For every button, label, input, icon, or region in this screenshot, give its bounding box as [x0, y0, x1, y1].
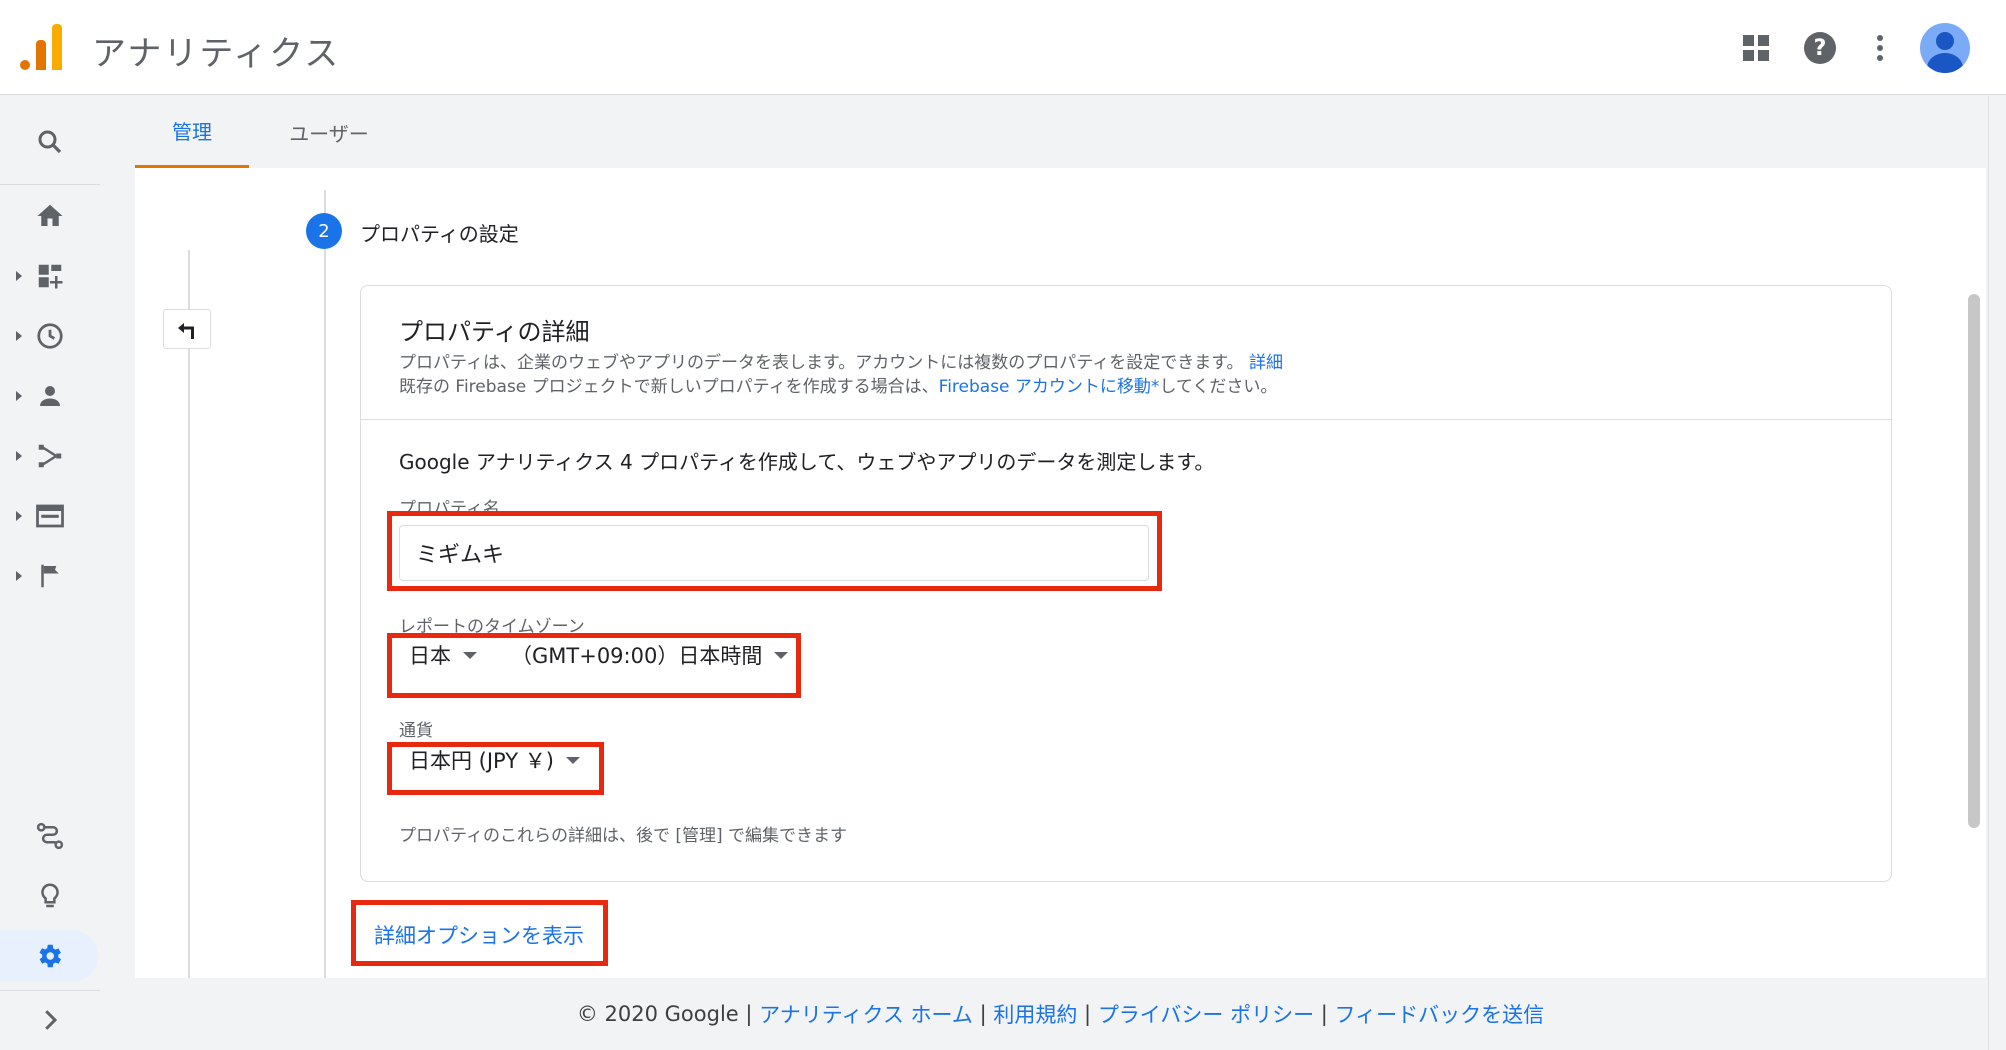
timezone-zone-select[interactable]: （GMT+09:00）日本時間 — [511, 640, 789, 670]
dropdown-caret-icon — [565, 756, 580, 764]
gear-icon — [39, 944, 62, 968]
chevron-right-icon — [45, 1010, 58, 1030]
dashboard-add-icon — [38, 264, 63, 289]
nav-audience[interactable] — [0, 370, 100, 422]
account-avatar[interactable] — [1920, 23, 1970, 73]
learn-more-link[interactable]: 詳細 — [1249, 353, 1283, 373]
footer-link-home[interactable]: アナリティクス ホーム — [759, 999, 973, 1029]
flag-icon — [41, 564, 59, 588]
admin-tab-bar: 管理 ユーザー — [135, 96, 1986, 168]
search-icon — [38, 130, 62, 154]
nav-attribution[interactable] — [0, 810, 100, 862]
expand-nav-button[interactable] — [0, 994, 100, 1046]
lightbulb-icon — [41, 883, 59, 908]
acquisition-icon — [38, 444, 62, 468]
property-name-input[interactable]: ミギムキ — [399, 525, 1149, 581]
copyright: © 2020 Google — [576, 1002, 739, 1026]
timezone-label: レポートのタイムゾーン — [399, 617, 585, 637]
nav-search[interactable] — [0, 116, 100, 168]
dropdown-caret-icon — [463, 651, 477, 659]
help-icon[interactable]: ? — [1800, 28, 1840, 68]
nav-admin[interactable] — [0, 930, 98, 982]
intro-text: Google アナリティクス 4 プロパティを作成して、ウェブやアプリのデータを… — [399, 450, 1215, 474]
card-title: プロパティの詳細 — [399, 318, 590, 346]
edit-later-hint: プロパティのこれらの詳細は、後で [管理] で編集できます — [399, 826, 848, 846]
tab-admin[interactable]: 管理 — [135, 96, 249, 168]
step-title: プロパティの設定 — [360, 222, 519, 246]
web-window-icon — [36, 504, 64, 528]
clock-icon — [37, 323, 63, 349]
apps-grid-icon[interactable] — [1736, 28, 1776, 68]
nav-acquisition[interactable] — [0, 430, 100, 482]
nav-discover[interactable] — [0, 870, 100, 922]
footer: © 2020 Google | アナリティクス ホーム | 利用規約 | プライ… — [135, 978, 1986, 1050]
nav-customization[interactable] — [0, 250, 100, 302]
top-app-bar: アナリティクス ? — [0, 0, 2006, 95]
app-title: アナリティクス — [92, 34, 341, 74]
nav-conversions[interactable] — [0, 550, 100, 602]
arrow-back-icon — [178, 323, 194, 339]
person-icon — [40, 386, 60, 406]
show-advanced-options-link[interactable]: 詳細オプションを表示 — [374, 920, 584, 950]
property-details-card: プロパティの詳細 プロパティは、企業のウェブやアプリのデータを表します。アカウン… — [360, 285, 1892, 882]
tab-users[interactable]: ユーザー — [269, 96, 389, 168]
card-header: プロパティの詳細 プロパティは、企業のウェブやアプリのデータを表します。アカウン… — [361, 286, 1891, 420]
dropdown-caret-icon — [774, 651, 789, 659]
card-description-line2: 既存の Firebase プロジェクトで新しいプロパティを作成する場合は、Fir… — [399, 377, 1278, 397]
currency-select[interactable]: 日本円 (JPY ￥) — [409, 745, 580, 775]
back-button[interactable] — [163, 309, 211, 349]
route-icon — [36, 822, 64, 850]
scrollbar-track[interactable] — [1988, 96, 2006, 1050]
nav-realtime[interactable] — [0, 310, 100, 362]
analytics-logo-icon[interactable] — [20, 24, 64, 70]
scrollbar-thumb[interactable] — [1968, 294, 1980, 828]
property-name-label: プロパティ名 — [399, 499, 500, 519]
more-vert-icon[interactable] — [1860, 28, 1900, 68]
currency-label: 通貨 — [399, 721, 433, 741]
left-navigation — [0, 96, 100, 1050]
card-description-line1: プロパティは、企業のウェブやアプリのデータを表します。アカウントには複数のプロパ… — [399, 353, 1283, 373]
home-icon — [37, 204, 63, 226]
step-number-badge: 2 — [306, 213, 342, 249]
nav-home[interactable] — [0, 190, 100, 242]
nav-behavior[interactable] — [0, 490, 100, 542]
footer-link-terms[interactable]: 利用規約 — [993, 999, 1077, 1029]
footer-link-feedback[interactable]: フィードバックを送信 — [1335, 999, 1545, 1029]
footer-link-privacy[interactable]: プライバシー ポリシー — [1098, 999, 1314, 1029]
firebase-account-link[interactable]: Firebase アカウントに移動* — [939, 377, 1160, 397]
timezone-country-select[interactable]: 日本 — [409, 640, 477, 670]
